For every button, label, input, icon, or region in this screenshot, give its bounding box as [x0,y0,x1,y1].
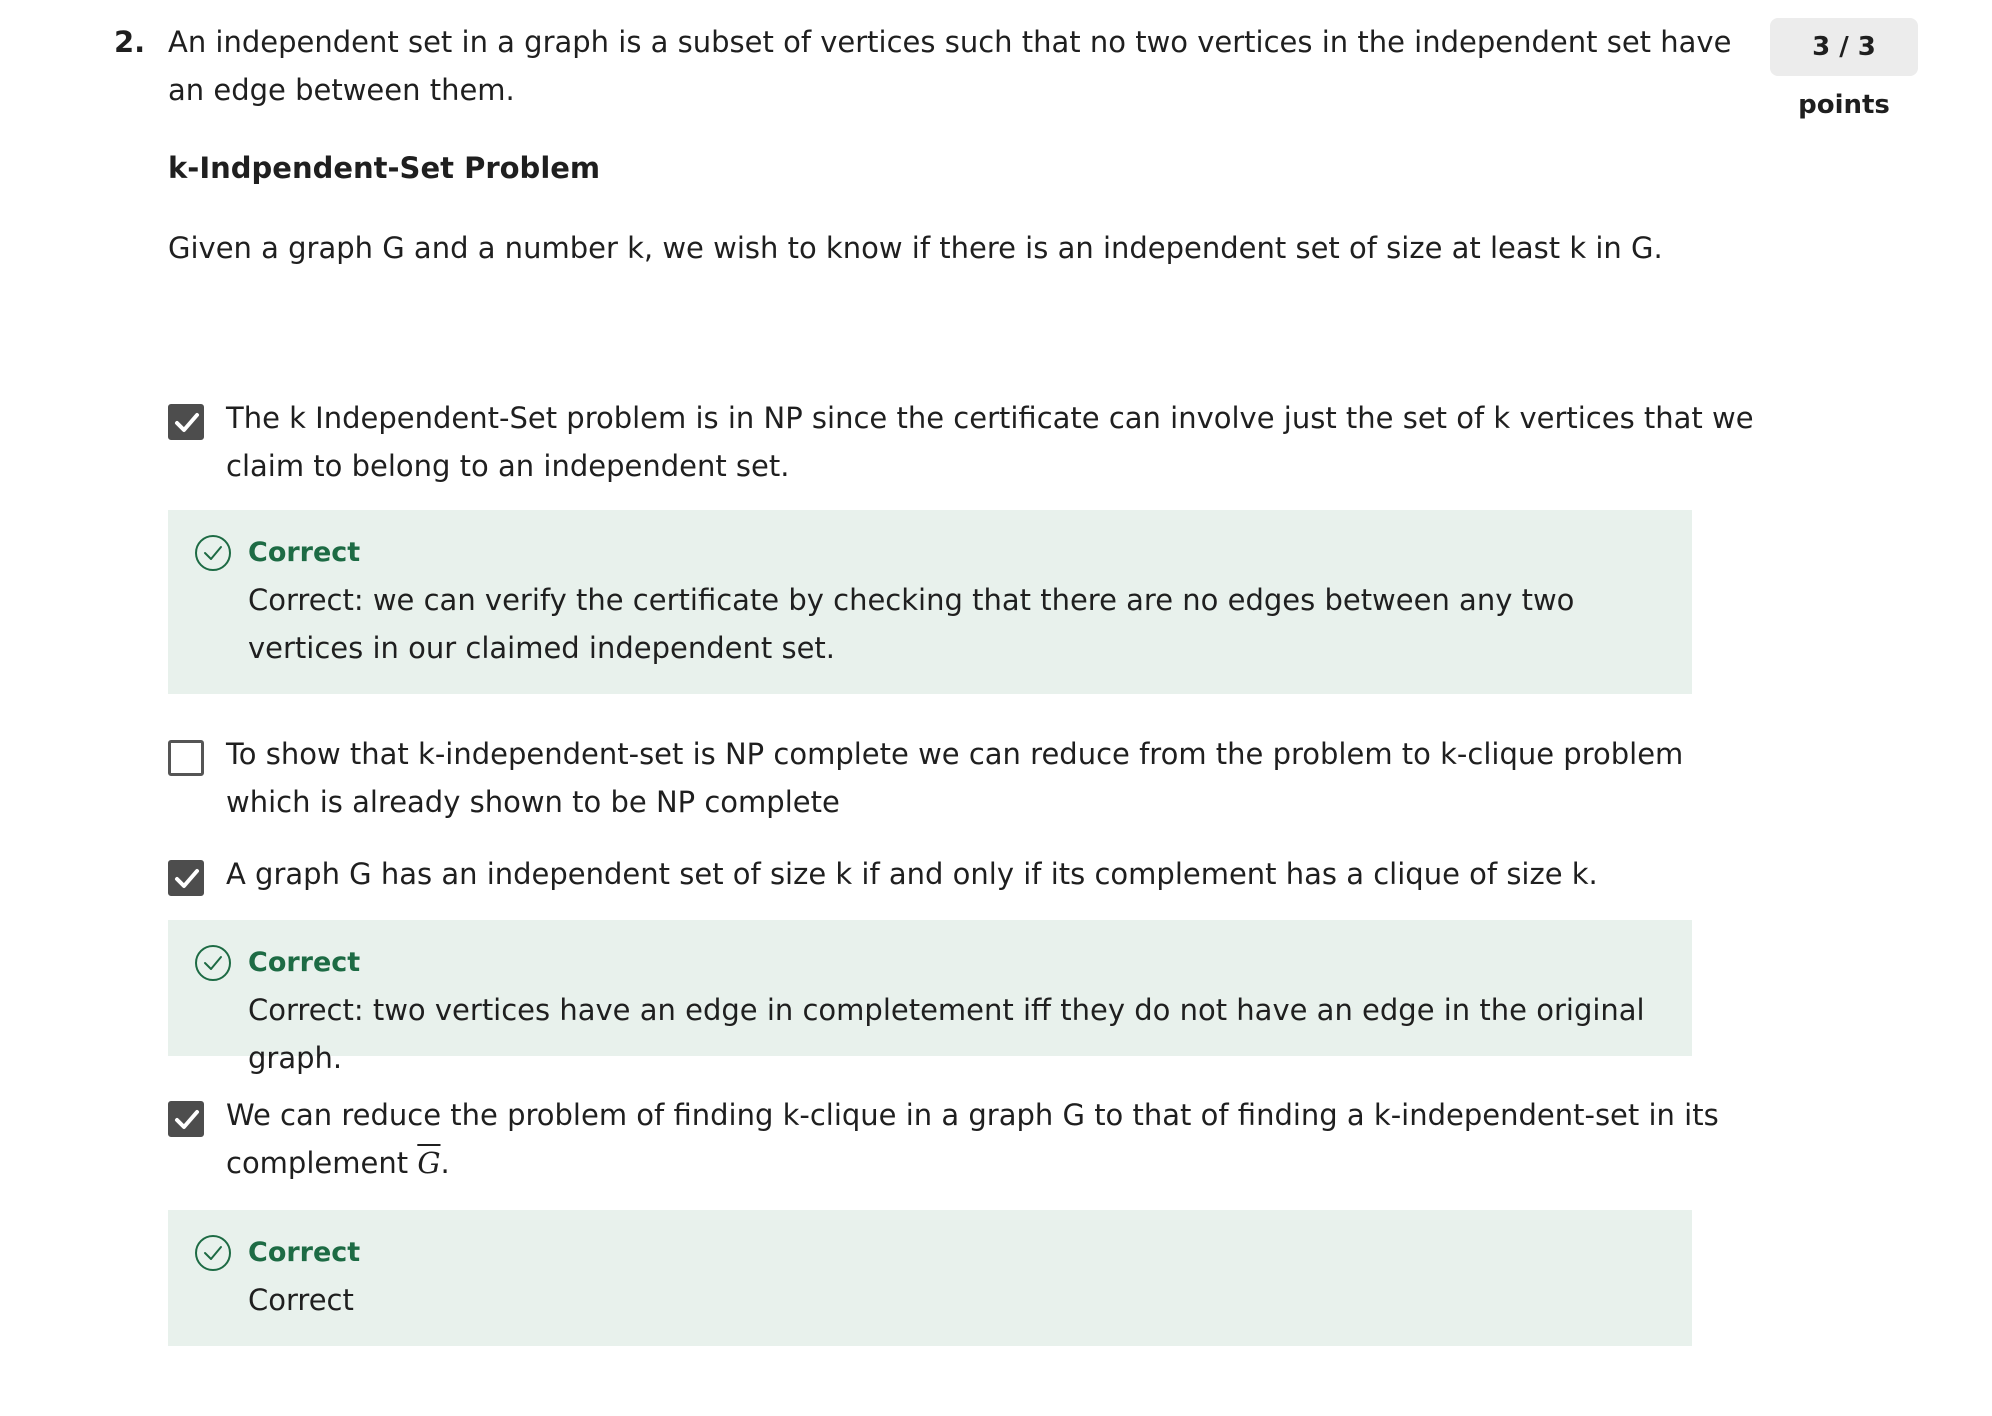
option-1-text: The k Independent-Set problem is in NP s… [226,401,1754,483]
option-4-text: We can reduce the problem of finding k-c… [226,1091,1766,1187]
option-4-text-main: We can reduce the problem of finding k-c… [226,1098,1719,1180]
feedback-title: Correct [248,1237,361,1268]
option-1-checkbox[interactable] [168,404,204,440]
option-4-feedback: Correct Correct [168,1210,1692,1346]
circle-check-icon [195,1235,231,1271]
problem-statement: Given a graph G and a number k, we wish … [168,231,1663,265]
option-1-feedback: Correct Correct: we can verify the certi… [168,510,1692,694]
option-2-text: To show that k-independent-set is NP com… [226,737,1684,819]
circle-check-icon [195,535,231,571]
feedback-text: Correct [248,1283,354,1317]
question-text: An independent set in a graph is a subse… [168,25,1732,107]
question-body: An independent set in a graph is a subse… [168,18,1758,265]
option-4-text-end: . [440,1146,450,1180]
option-3-feedback: Correct Correct: two vertices have an ed… [168,920,1692,1075]
feedback-text: Correct: two vertices have an edge in co… [248,993,1645,1075]
points-badge: 3 / 3 points [1770,18,1918,120]
option-3-text: A graph G has an independent set of size… [226,857,1598,891]
feedback-text: Correct: we can verify the certificate b… [248,583,1575,665]
feedback-title: Correct [248,947,361,978]
check-icon [175,1110,199,1129]
option-4-checkbox[interactable] [168,1101,204,1137]
feedback-title: Correct [248,537,361,568]
check-icon [175,413,199,432]
question-number: 2. [114,25,146,59]
option-3-checkbox[interactable] [168,860,204,896]
problem-title: k-Indpendent-Set Problem [168,151,601,185]
option-2-checkbox[interactable] [168,740,204,776]
check-icon [175,869,199,888]
complement-symbol: G [417,1146,441,1180]
circle-check-icon [195,945,231,981]
